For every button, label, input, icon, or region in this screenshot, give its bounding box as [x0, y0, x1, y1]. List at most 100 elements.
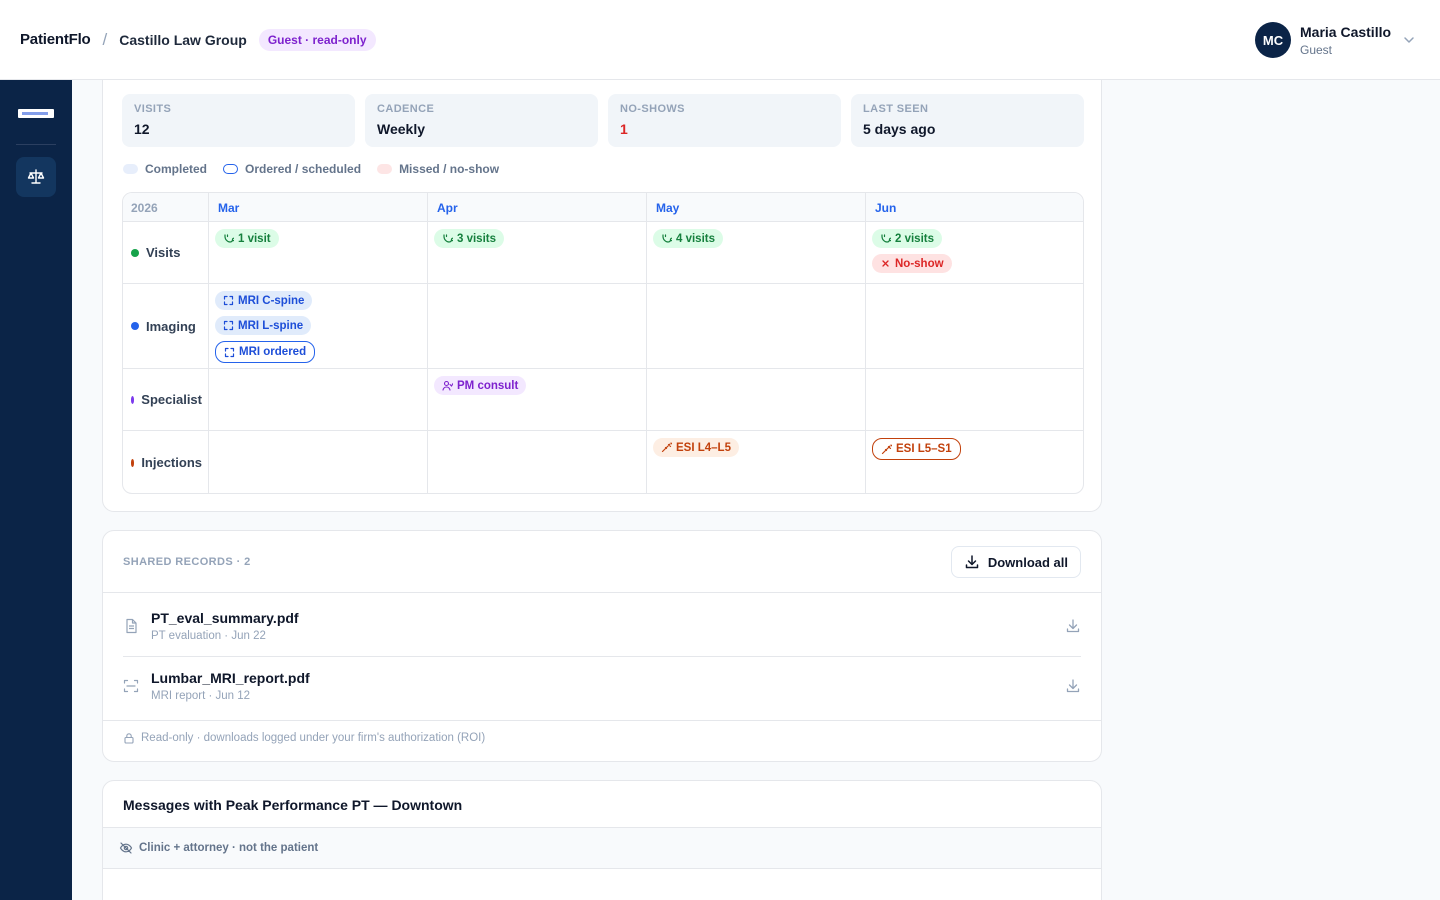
category-dot: [131, 322, 139, 330]
download-all-label: Download all: [987, 554, 1068, 570]
shared-records-title: SHARED RECORDS · 2: [123, 556, 251, 568]
record-item[interactable]: PT_eval_summary.pdf PT evaluation · Jun …: [123, 596, 1081, 656]
stat-label: CADENCE: [377, 103, 435, 115]
timeline-cell: [646, 369, 865, 430]
syringe-icon: [881, 443, 892, 454]
timeline-legend: Completed Ordered / scheduled Missed / n…: [123, 162, 515, 176]
timeline-row-specialist: Specialist PM consult: [123, 369, 1083, 431]
row-label-text: Visits: [146, 245, 181, 260]
timeline-cell: [427, 284, 646, 368]
event-chip[interactable]: No-show: [872, 254, 952, 273]
x-icon: [882, 260, 889, 267]
legend-label: Missed / no-show: [399, 162, 500, 176]
avatar[interactable]: MC: [1255, 22, 1291, 58]
event-chip-label: MRI ordered: [239, 346, 307, 358]
chevron-down-icon[interactable]: [1402, 33, 1416, 47]
record-meta: MRI report · Jun 12: [151, 690, 251, 702]
syringe-icon: [661, 442, 672, 453]
event-chip[interactable]: MRI ordered: [215, 341, 316, 363]
visit-icon: [662, 234, 672, 243]
legend-completed: Completed: [123, 162, 207, 176]
event-chip[interactable]: ESI L5–S1: [872, 438, 961, 460]
event-chip[interactable]: 1 visit: [215, 229, 279, 248]
brand-name[interactable]: PatientFlo: [20, 31, 91, 48]
document-icon: [126, 618, 137, 634]
download-icon[interactable]: [1065, 618, 1081, 634]
scan-icon: [224, 347, 235, 357]
record-item[interactable]: Lumbar_MRI_report.pdf MRI report · Jun 1…: [123, 656, 1081, 716]
month-header: Jun: [865, 193, 1083, 221]
messages-card: Messages with Peak Performance PT — Down…: [102, 780, 1102, 900]
timeline-cell: 4 visits: [646, 222, 865, 283]
event-chip-label: ESI L5–S1: [896, 443, 952, 455]
timeline-cell: 3 visits: [427, 222, 646, 283]
stats-row: VISITS 12 CADENCE Weekly NO-SHOWS 1 LAST…: [122, 94, 1084, 147]
completed-swatch: [123, 164, 138, 174]
event-chip-label: MRI L-spine: [238, 319, 304, 332]
timeline-cell: 1 visit: [208, 222, 427, 283]
timeline-row-imaging: Imaging MRI C-spine MRI L-spine MRI ordered: [123, 284, 1083, 369]
row-label-text: Specialist: [141, 392, 202, 407]
stat-visits: VISITS 12: [122, 94, 355, 147]
scan-icon: [223, 320, 234, 331]
record-name[interactable]: PT_eval_summary.pdf: [151, 610, 299, 626]
stat-value: 5 days ago: [863, 121, 936, 137]
event-chip[interactable]: ESI L4–L5: [653, 438, 739, 457]
legend-label: Ordered / scheduled: [245, 162, 362, 176]
stat-value: Weekly: [377, 121, 425, 137]
legend-missed: Missed / no-show: [377, 162, 499, 176]
record-name[interactable]: Lumbar_MRI_report.pdf: [151, 670, 310, 686]
event-chip[interactable]: PM consult: [434, 376, 527, 395]
stat-value: 12: [134, 121, 150, 137]
visit-icon: [443, 234, 453, 243]
sidebar: [0, 80, 72, 900]
timeline-cell: [865, 284, 1083, 368]
category-dot: [131, 248, 139, 257]
timeline-year: 2026: [131, 201, 158, 215]
event-chip[interactable]: 4 visits: [653, 229, 723, 248]
month-header: Mar: [208, 193, 427, 221]
user-name: Maria Castillo: [1300, 23, 1392, 40]
missed-swatch: [377, 164, 393, 174]
event-chip[interactable]: MRI C-spine: [215, 291, 313, 310]
breadcrumb-separator: /: [102, 29, 108, 49]
access-badge: Guest · read-only: [258, 28, 376, 51]
row-label-text: Injections: [141, 455, 202, 470]
messages-title: Messages with Peak Performance PT — Down…: [123, 797, 463, 813]
record-meta: PT evaluation · Jun 22: [151, 630, 266, 642]
visit-icon: [881, 234, 891, 243]
stat-label: LAST SEEN: [863, 103, 929, 115]
person-icon: [442, 380, 453, 391]
lock-icon: [124, 733, 134, 744]
scale-icon: [27, 169, 45, 184]
timeline-cell: ESI L4–L5: [646, 431, 865, 493]
messages-visibility-text: Clinic + attorney · not the patient: [139, 842, 319, 854]
stat-value: 1: [620, 121, 628, 137]
category-dot: [131, 395, 135, 404]
scan-icon: [223, 295, 234, 306]
divider: [103, 720, 1101, 721]
sidebar-item-cases[interactable]: [16, 157, 56, 197]
event-chip-label: 1 visit: [238, 232, 271, 245]
event-chip[interactable]: 2 visits: [872, 229, 942, 248]
event-chip-label: 2 visits: [895, 232, 934, 245]
event-chip-label: PM consult: [457, 379, 519, 392]
user-menu[interactable]: MC Maria Castillo Guest: [1255, 22, 1416, 58]
stat-label: VISITS: [134, 103, 172, 115]
download-all-button[interactable]: Download all: [950, 546, 1081, 578]
ordered-swatch: [223, 164, 239, 174]
row-label: Visits: [123, 222, 208, 283]
messages-visibility-banner: Clinic + attorney · not the patient: [103, 827, 1101, 869]
user-role: Guest: [1300, 42, 1333, 57]
timeline-row-injections: Injections ESI L4–L5 ESI L5–S1: [123, 431, 1083, 493]
event-chip[interactable]: MRI L-spine: [215, 316, 312, 335]
sidebar-divider: [16, 144, 56, 145]
timeline-cell: 2 visits No-show: [865, 222, 1083, 283]
category-dot: [131, 458, 135, 467]
download-icon[interactable]: [1065, 678, 1081, 694]
timeline-row-visits: Visits 1 visit 3 visits 4 visits 2 visits No-…: [123, 222, 1083, 284]
month-header: May: [646, 193, 865, 221]
event-chip[interactable]: 3 visits: [434, 229, 504, 248]
scan-icon: [123, 679, 139, 693]
timeline-cell: ESI L5–S1: [865, 431, 1083, 493]
